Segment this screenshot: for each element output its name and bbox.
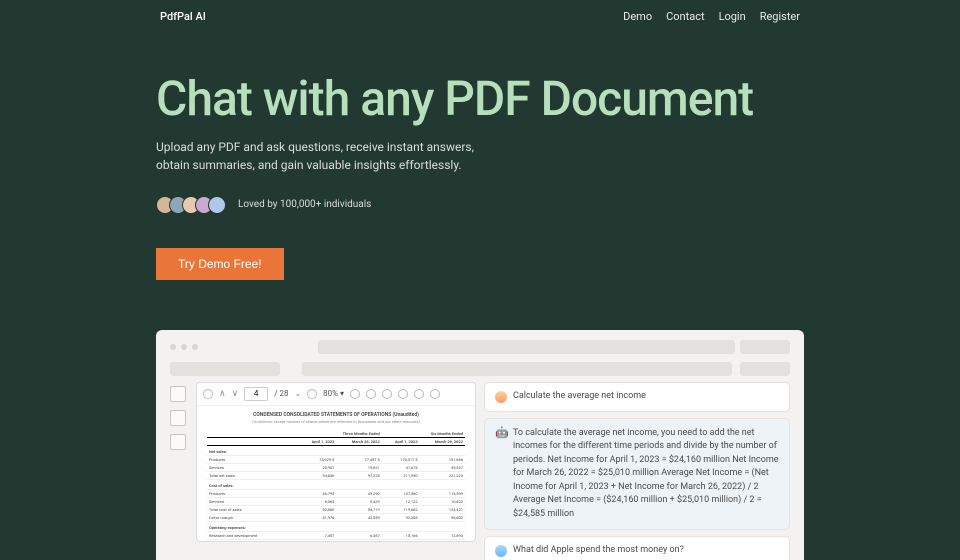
- table-row: Products46,79549,290107,560113,599: [207, 489, 465, 497]
- col-head: April 1, 2023: [299, 437, 337, 445]
- download-icon[interactable]: [398, 389, 408, 399]
- prev-page-icon[interactable]: ∧: [219, 389, 226, 399]
- next-page-icon[interactable]: ∨: [232, 389, 239, 399]
- avatar-stack: [156, 196, 226, 214]
- placeholder-bar: [740, 340, 790, 354]
- table-row: Cost of sales:: [207, 479, 465, 489]
- print-icon[interactable]: [430, 389, 440, 399]
- col-head: March 26, 2022: [336, 437, 381, 445]
- nav-demo[interactable]: Demo: [623, 10, 652, 23]
- hand-icon[interactable]: [382, 389, 392, 399]
- chat-panel: Calculate the average net income 🤖 To ca…: [484, 382, 790, 542]
- user-avatar-icon: [495, 391, 507, 403]
- table-row: Operating expenses:: [207, 521, 465, 531]
- demo-window: ∧ ∨ / 28 ⌄ 80% ▾ CONDENSED CONSOLIDATED …: [156, 330, 804, 560]
- hero-sub-line2: obtain summaries, and gain valuable insi…: [156, 156, 804, 174]
- doc-title: CONDENSED CONSOLIDATED STATEMENTS OF OPE…: [207, 412, 465, 418]
- zoom-level[interactable]: 80% ▾: [323, 389, 344, 398]
- user-avatar-icon: [495, 545, 507, 557]
- msg-text: Calculate the average net income: [513, 391, 646, 401]
- financial-table: Three Months EndedSix Months Ended April…: [207, 430, 465, 542]
- pdf-page: CONDENSED CONSOLIDATED STATEMENTS OF OPE…: [197, 406, 475, 542]
- msg-text: What did Apple spend the most money on?: [513, 545, 684, 555]
- col-group: Three Months Ended: [299, 430, 382, 438]
- hero-title: Chat with any PDF Document: [156, 73, 804, 126]
- table-row: Net sales:: [207, 445, 465, 455]
- grid-icon[interactable]: [170, 386, 186, 402]
- table-row: Services6,0655,42912,12210,822: [207, 497, 465, 505]
- nav-register[interactable]: Register: [760, 10, 800, 23]
- table-row: Products73,929 $77,457 $170,317 $181,886: [207, 455, 465, 463]
- col-head: April 1, 2023: [382, 437, 420, 445]
- attachment-icon[interactable]: [170, 434, 186, 450]
- placeholder-bar: [318, 340, 735, 354]
- window-dots: [170, 340, 790, 354]
- hero-subtitle: Upload any PDF and ask questions, receiv…: [156, 138, 804, 174]
- col-group: Six Months Ended: [382, 430, 465, 438]
- table-row: Research and development7,4576,38715,166…: [207, 531, 465, 539]
- pdf-tool-sidebar: [170, 382, 190, 542]
- zoom-out-icon[interactable]: [307, 389, 317, 399]
- placeholder-bar: [170, 362, 280, 376]
- pdf-viewer: ∧ ∨ / 28 ⌄ 80% ▾ CONDENSED CONSOLIDATED …: [196, 382, 476, 542]
- folder-icon[interactable]: [414, 389, 424, 399]
- zoom-in-icon[interactable]: [350, 389, 360, 399]
- window-dot: [181, 344, 187, 350]
- nav-login[interactable]: Login: [719, 10, 746, 23]
- table-row: Gross margin41,97642,55992,30896,802: [207, 513, 465, 521]
- search-icon[interactable]: [203, 389, 213, 399]
- msg-text: To calculate the average net income, you…: [513, 427, 779, 522]
- placeholder-bar: [302, 362, 732, 376]
- page-input[interactable]: [244, 387, 268, 401]
- window-dot: [170, 344, 176, 350]
- nav-contact[interactable]: Contact: [666, 10, 704, 23]
- table-row: Services20,90719,82141,67339,337: [207, 463, 465, 471]
- window-dot: [192, 344, 198, 350]
- fit-icon[interactable]: [366, 389, 376, 399]
- pdf-toolbar: ∧ ∨ / 28 ⌄ 80% ▾: [197, 383, 475, 406]
- nav-links: Demo Contact Login Register: [623, 10, 800, 23]
- layers-icon[interactable]: [170, 410, 186, 426]
- hero-sub-line1: Upload any PDF and ask questions, receiv…: [156, 138, 804, 156]
- doc-subtitle: (In millions, except number of shares wh…: [207, 419, 465, 424]
- chevron-down-icon[interactable]: ⌄: [294, 389, 301, 398]
- table-row: Total cost of sales52,86054,719119,68212…: [207, 505, 465, 513]
- bot-icon: 🤖: [495, 427, 507, 439]
- page-total: / 28: [274, 389, 288, 398]
- col-head: March 26, 2022: [420, 437, 465, 445]
- try-demo-button[interactable]: Try Demo Free!: [156, 248, 284, 280]
- avatar: [208, 196, 226, 214]
- chat-user-msg: Calculate the average net income: [484, 382, 790, 412]
- placeholder-bar: [740, 362, 790, 376]
- logo[interactable]: PdfPal AI: [160, 10, 206, 23]
- table-row: Total net sales94,83697,278211,990221,22…: [207, 471, 465, 479]
- chat-bot-msg: 🤖 To calculate the average net income, y…: [484, 418, 790, 531]
- social-proof-text: Loved by 100,000+ individuals: [238, 199, 371, 210]
